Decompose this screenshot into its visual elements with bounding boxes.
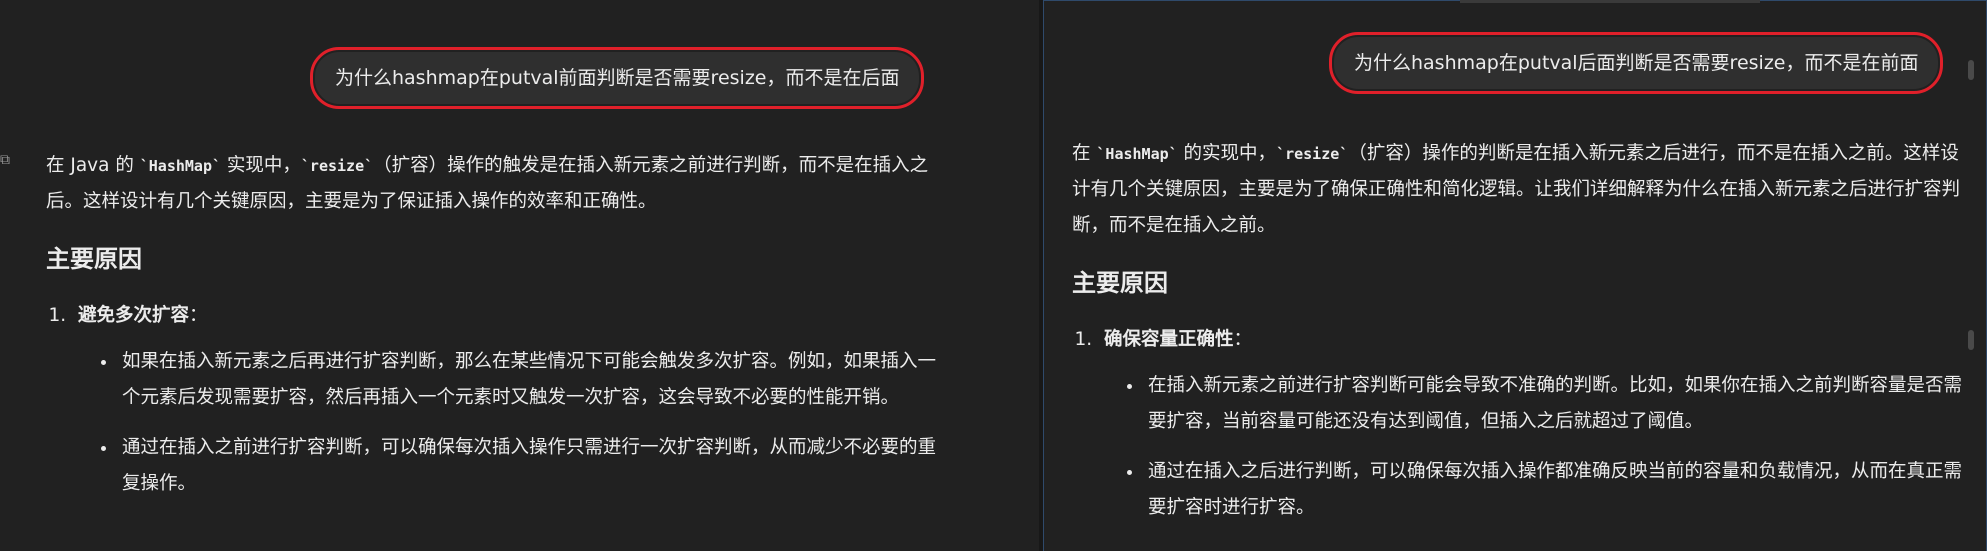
reason-colon: ： [1233,329,1253,350]
reasons-list: 避免多次扩容： 如果在插入新元素之后再进行扩容判断，那么在某些情况下可能会触发多… [46,298,946,502]
list-item: 如果在插入新元素之后再进行扩容判断，那么在某些情况下可能会触发多次扩容。例如，如… [118,344,946,416]
intro-text: 的实现中， [1177,143,1277,164]
list-item: 通过在插入之后进行判断，可以确保每次插入操作都准确反映当前的容量和负载情况，从而… [1144,454,1972,526]
list-item: 在插入新元素之前进行扩容判断可能会导致不准确的判断。比如，如果你在插入之前判断容… [1144,368,1972,440]
reason-points: 在插入新元素之前进行扩容判断可能会导致不准确的判断。比如，如果你在插入之前判断容… [1104,368,1972,526]
inline-code-hashmap: `HashMap` [139,157,222,175]
user-message-text: 为什么hashmap在putval后面判断是否需要resize，而不是在前面 [1354,52,1919,74]
section-heading: 主要原因 [1072,269,1168,297]
intro-text: 在 Java 的 [46,155,140,176]
user-message-bubble: 为什么hashmap在putval后面判断是否需要resize，而不是在前面 [1328,32,1944,94]
intro-text: 在 [1072,143,1097,164]
reason-item: 确保容量正确性： 在插入新元素之前进行扩容判断可能会导致不准确的判断。比如，如果… [1098,322,1972,526]
intro-text: 实现中， [221,155,301,176]
reason-item: 避免多次扩容： 如果在插入新元素之后再进行扩容判断，那么在某些情况下可能会触发多… [72,298,946,502]
reason-points: 如果在插入新元素之后再进行扩容判断，那么在某些情况下可能会触发多次扩容。例如，如… [78,344,946,502]
copy-icon[interactable]: ⧉ [0,152,10,168]
reasons-list: 确保容量正确性： 在插入新元素之前进行扩容判断可能会导致不准确的判断。比如，如果… [1072,322,1972,526]
user-message-bubble: 为什么hashmap在putval前面判断是否需要resize，而不是在后面 [309,47,925,109]
assistant-response: 在 Java 的 `HashMap` 实现中，`resize`（扩容）操作的触发… [46,148,946,516]
user-message-text: 为什么hashmap在putval前面判断是否需要resize，而不是在后面 [335,67,900,89]
reason-colon: ： [189,305,208,326]
reason-title: 确保容量正确性 [1104,329,1234,350]
reason-title: 避免多次扩容 [78,305,190,326]
chat-pane-right: 为什么hashmap在putval后面判断是否需要resize，而不是在前面 在… [1043,0,1987,551]
list-item: 通过在插入之前进行扩容判断，可以确保每次插入操作只需进行一次扩容判断，从而减少不… [118,430,946,502]
assistant-response: 在 `HashMap` 的实现中，`resize`（扩容）操作的判断是在插入新元… [1072,136,1972,540]
response-intro: 在 `HashMap` 的实现中，`resize`（扩容）操作的判断是在插入新元… [1072,136,1972,244]
section-heading: 主要原因 [46,245,142,273]
chat-pane-left: 为什么hashmap在putval前面判断是否需要resize，而不是在后面 在… [0,0,1039,551]
scrollbar-thumb[interactable] [1968,60,1974,80]
response-intro: 在 Java 的 `HashMap` 实现中，`resize`（扩容）操作的触发… [46,148,946,220]
inline-code-resize: `resize` [300,157,374,175]
scrollbar-thumb[interactable] [1968,330,1974,350]
inline-code-hashmap: `HashMap` [1096,145,1178,163]
inline-code-resize: `resize` [1276,145,1349,163]
window-top-edge [1460,0,1760,3]
